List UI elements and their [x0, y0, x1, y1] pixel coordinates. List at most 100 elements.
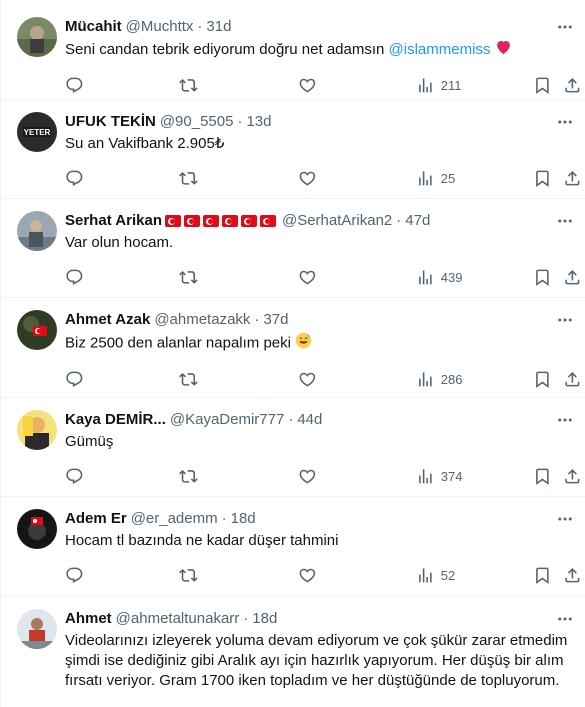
like-button[interactable] — [298, 76, 317, 95]
more-options-icon[interactable] — [555, 211, 575, 231]
heart-icon — [299, 78, 316, 93]
avatar[interactable] — [17, 211, 57, 251]
reply-button[interactable] — [65, 566, 84, 585]
views-button[interactable]: 52 — [416, 566, 455, 585]
turkey-flag-icon — [164, 215, 181, 227]
retweet-icon — [179, 372, 198, 386]
like-button[interactable] — [298, 268, 317, 287]
heart-icon — [299, 372, 316, 387]
retweet-button[interactable] — [179, 467, 198, 486]
retweet-button[interactable] — [179, 370, 198, 389]
tweet[interactable]: Mücahit @Muchttx · 31d Seni candan tebri… — [1, 0, 585, 100]
like-button[interactable] — [298, 566, 317, 585]
reply-button[interactable] — [65, 370, 84, 389]
retweet-button[interactable] — [179, 268, 198, 287]
analytics-icon — [419, 170, 432, 186]
share-button[interactable] — [563, 268, 582, 287]
avatar[interactable]: YETER — [17, 112, 57, 152]
tweet[interactable]: Ahmet @ahmetaltunakarr · 18d Videolarını… — [1, 597, 585, 707]
user-handle[interactable]: @90_5505 — [160, 112, 234, 132]
reply-button[interactable] — [65, 76, 84, 95]
reply-button[interactable] — [65, 268, 84, 287]
separator: · — [396, 212, 402, 229]
turkey-flag-icon — [202, 215, 219, 227]
display-name[interactable]: Serhat Arikan — [65, 211, 162, 231]
display-name[interactable]: Mücahit — [65, 17, 122, 37]
tweet-actions: 52 — [65, 559, 580, 591]
like-button[interactable] — [298, 169, 317, 188]
avatar[interactable] — [17, 17, 57, 57]
bookmark-button[interactable] — [533, 370, 552, 389]
reply-icon — [66, 468, 83, 484]
tweet[interactable]: Ahmet Azak @ahmetazakk · 37d Biz 2500 de… — [1, 298, 585, 398]
mention-link[interactable]: @islammemiss — [389, 41, 491, 58]
bookmark-button[interactable] — [533, 76, 552, 95]
share-button[interactable] — [563, 169, 582, 188]
user-handle[interactable]: @KayaDemir777 — [170, 410, 284, 430]
avatar[interactable] — [17, 410, 57, 450]
more-options-icon[interactable] — [555, 410, 575, 430]
share-button[interactable] — [563, 370, 582, 389]
timestamp[interactable]: 44d — [297, 410, 322, 430]
analytics-icon — [419, 371, 432, 387]
reply-button[interactable] — [65, 169, 84, 188]
tweet-actions: 25 — [65, 162, 580, 194]
reply-feed: Mücahit @Muchttx · 31d Seni candan tebri… — [0, 0, 585, 707]
bookmark-button[interactable] — [533, 566, 552, 585]
display-name[interactable]: Adem Er — [65, 509, 127, 529]
views-button[interactable]: 25 — [416, 169, 455, 188]
retweet-button[interactable] — [179, 566, 198, 585]
bookmark-button[interactable] — [533, 268, 552, 287]
like-button[interactable] — [298, 467, 317, 486]
user-handle[interactable]: @ahmetaltunakarr — [116, 609, 240, 629]
more-options-icon[interactable] — [555, 112, 575, 132]
views-button[interactable]: 374 — [416, 467, 462, 486]
share-button[interactable] — [563, 566, 582, 585]
user-handle[interactable]: @SerhatArikan2 — [282, 211, 392, 231]
user-handle[interactable]: @Muchttx — [126, 17, 194, 37]
timestamp[interactable]: 47d — [405, 211, 430, 231]
share-button[interactable] — [563, 76, 582, 95]
more-options-icon[interactable] — [555, 609, 575, 629]
avatar[interactable] — [17, 509, 57, 549]
display-name[interactable]: Ahmet Azak — [65, 310, 150, 330]
more-options-icon[interactable] — [555, 17, 575, 37]
avatar[interactable] — [17, 310, 57, 350]
views-button[interactable]: 286 — [416, 370, 462, 389]
bookmark-button[interactable] — [533, 169, 552, 188]
tweet-header: UFUK TEKİN @90_5505 · 13d — [65, 112, 569, 132]
views-button[interactable]: 439 — [416, 268, 462, 287]
views-button[interactable]: 211 — [416, 76, 461, 95]
more-options-icon[interactable] — [555, 310, 575, 330]
tweet[interactable]: Serhat Arikan @SerhatArikan2 · 47d Var o… — [1, 199, 585, 298]
tweet[interactable]: Kaya DEMİR... @KayaDemir777 · 44d Gümüş — [1, 398, 585, 497]
separator: · — [254, 311, 260, 328]
bookmark-button[interactable] — [533, 467, 552, 486]
tweet-text: Biz 2500 den alanlar napalım peki — [65, 332, 569, 355]
display-name[interactable]: Ahmet — [65, 609, 112, 629]
display-name[interactable]: Kaya DEMİR... — [65, 410, 166, 430]
timestamp[interactable]: 13d — [246, 112, 271, 132]
display-name[interactable]: UFUK TEKİN — [65, 112, 156, 132]
share-icon — [565, 567, 580, 583]
retweet-button[interactable] — [179, 169, 198, 188]
heart-icon — [299, 171, 316, 186]
tweet[interactable]: Adem Er @er_ademm · 18d Hocam tl bazında… — [1, 497, 585, 597]
timestamp[interactable]: 31d — [206, 17, 231, 37]
retweet-button[interactable] — [179, 76, 198, 95]
user-handle[interactable]: @er_ademm — [131, 509, 218, 529]
more-options-icon[interactable] — [555, 509, 575, 529]
share-button[interactable] — [563, 467, 582, 486]
like-button[interactable] — [298, 370, 317, 389]
tweet-actions: 286 — [65, 363, 580, 395]
reply-button[interactable] — [65, 467, 84, 486]
tweet-text: Var olun hocam. — [65, 234, 174, 251]
tweet[interactable]: YETER UFUK TEKİN @90_5505 · 13d Su an Va… — [1, 100, 585, 199]
timestamp[interactable]: 18d — [252, 609, 277, 629]
bookmark-icon — [536, 269, 549, 286]
tweet-header: Ahmet @ahmetaltunakarr · 18d — [65, 609, 569, 629]
timestamp[interactable]: 18d — [231, 509, 256, 529]
user-handle[interactable]: @ahmetazakk — [154, 310, 250, 330]
timestamp[interactable]: 37d — [263, 310, 288, 330]
avatar[interactable] — [17, 609, 57, 649]
